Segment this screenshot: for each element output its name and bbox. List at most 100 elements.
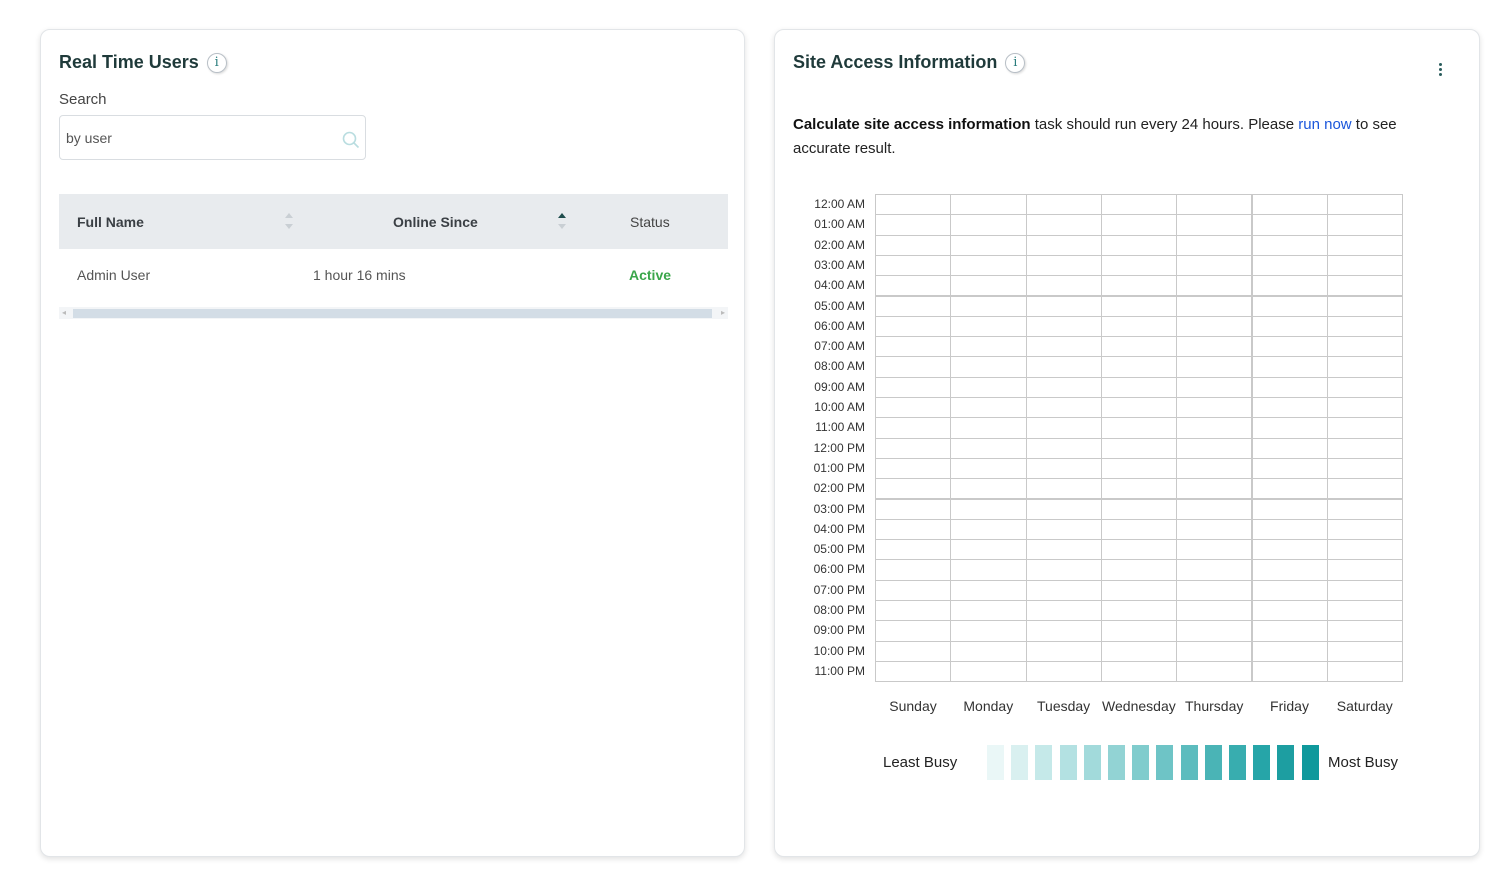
legend-swatch [1180, 745, 1198, 780]
heatmap-cell [1100, 275, 1178, 297]
heatmap-cell [1100, 336, 1178, 358]
hour-label: 10:00 PM [813, 643, 865, 658]
heatmap-cell [1176, 437, 1253, 459]
legend-swatch [1229, 745, 1246, 780]
heatmap-cell [1025, 620, 1102, 642]
heatmap-cell [1176, 518, 1253, 541]
run-now-link[interactable]: run now [1298, 116, 1351, 133]
hour-label: 06:00 PM [813, 562, 865, 577]
heatmap-cell [950, 254, 1027, 277]
heatmap-cell [875, 620, 952, 642]
legend-swatch [1253, 745, 1271, 780]
heatmap-cell [1326, 620, 1404, 642]
heatmap-cell [1326, 660, 1404, 683]
info-icon[interactable]: i [206, 52, 227, 73]
heatmap-cell [1176, 356, 1253, 378]
horizontal-scrollbar[interactable]: ◂ ▸ [59, 307, 728, 319]
heatmap-cell [875, 600, 952, 622]
scroll-left-icon[interactable]: ◂ [62, 307, 66, 319]
heatmap-cell [1176, 214, 1253, 236]
heatmap-cell [1326, 640, 1404, 662]
heatmap-cell [875, 275, 952, 297]
search-input[interactable] [60, 116, 330, 159]
info-icon[interactable]: i [1005, 52, 1026, 73]
heatmap-cell [1100, 518, 1178, 541]
heatmap-cell [1100, 660, 1178, 683]
hour-label: 08:00 AM [814, 359, 865, 374]
heatmap-cell [1251, 518, 1328, 541]
heatmap-cell [1025, 457, 1102, 480]
heatmap-cell [1176, 376, 1253, 398]
heatmap-cell [875, 660, 952, 683]
legend-swatch [1108, 745, 1125, 780]
heatmap-cell [1100, 640, 1178, 662]
heatmap-cell [1251, 234, 1328, 256]
heatmap-cell [1176, 478, 1253, 500]
heatmap-cell [1176, 397, 1253, 419]
users-card-title: Real Time Users [59, 52, 199, 72]
heatmap-cell [1326, 437, 1404, 459]
heatmap-cell [1176, 660, 1253, 683]
hour-label: 10:00 AM [814, 400, 865, 414]
hour-label: 09:00 PM [813, 623, 865, 638]
search-icon[interactable] [342, 131, 360, 149]
legend-swatch [1132, 745, 1150, 780]
heatmap-cell [950, 336, 1027, 358]
heatmap-cell [950, 478, 1027, 500]
heatmap-cell [950, 518, 1027, 541]
heatmap-cell [1176, 336, 1253, 358]
heatmap-cell [1100, 600, 1178, 622]
heatmap-cell [1326, 539, 1404, 561]
task-notice: Calculate site access information task s… [793, 113, 1433, 161]
heatmap-cell [950, 498, 1027, 520]
table-row[interactable]: Admin User 1 hour 16 mins Active [59, 249, 728, 301]
hour-label: 09:00 AM [814, 379, 865, 394]
day-label: Tuesday [1037, 698, 1091, 714]
column-header-full-name[interactable]: Full Name [77, 214, 144, 230]
heatmap-cell [1251, 559, 1328, 581]
heatmap-cell [1326, 315, 1404, 338]
heatmap-cell [1326, 457, 1404, 480]
day-label: Saturday [1336, 698, 1393, 714]
scrollbar-thumb[interactable] [73, 309, 712, 318]
column-header-online-since[interactable]: Online Since [393, 214, 478, 230]
heatmap-cell [1326, 518, 1404, 541]
heatmap-cell [1025, 254, 1102, 277]
heatmap-cell [1251, 579, 1328, 601]
heatmap-cell [1025, 437, 1102, 459]
heatmap-cell [1251, 397, 1328, 419]
heatmap-cell [1326, 295, 1404, 317]
heatmap-cell [875, 640, 952, 662]
heatmap-cell [1251, 254, 1328, 277]
hour-label: 05:00 PM [813, 542, 865, 557]
sort-ascending-icon[interactable] [557, 211, 567, 231]
more-options-icon[interactable] [1439, 63, 1443, 77]
heatmap-cell [1176, 315, 1253, 338]
heatmap-cell [1025, 579, 1102, 601]
heatmap-cell [875, 356, 952, 378]
heatmap-cell [950, 437, 1027, 459]
heatmap-cell [950, 214, 1027, 236]
heatmap-cell [1025, 539, 1102, 561]
heatmap-cell [1251, 275, 1328, 297]
heatmap-cell [950, 234, 1027, 256]
sort-icon[interactable] [284, 211, 294, 231]
heatmap-cell [1251, 660, 1328, 683]
cell-full-name: Admin User [77, 267, 151, 283]
heatmap-cell [1326, 417, 1404, 439]
heatmap-cell [1251, 600, 1328, 622]
heatmap-cell [950, 194, 1027, 216]
legend-swatch [1011, 745, 1029, 780]
heatmap-cell [1025, 234, 1102, 256]
heatmap-cell [1176, 620, 1253, 642]
heatmap-cell [1251, 315, 1328, 338]
site-access-card: Site Access Information i Calculate site… [774, 29, 1480, 857]
heatmap-cell [1100, 397, 1178, 419]
heatmap-cell [875, 336, 952, 358]
heatmap-cell [1326, 254, 1404, 277]
hour-label: 03:00 PM [813, 501, 865, 516]
legend-least-busy: Least Busy [883, 754, 958, 771]
heatmap-cell [950, 600, 1027, 622]
heatmap-cell [875, 437, 952, 459]
scroll-right-icon[interactable]: ▸ [721, 307, 725, 319]
